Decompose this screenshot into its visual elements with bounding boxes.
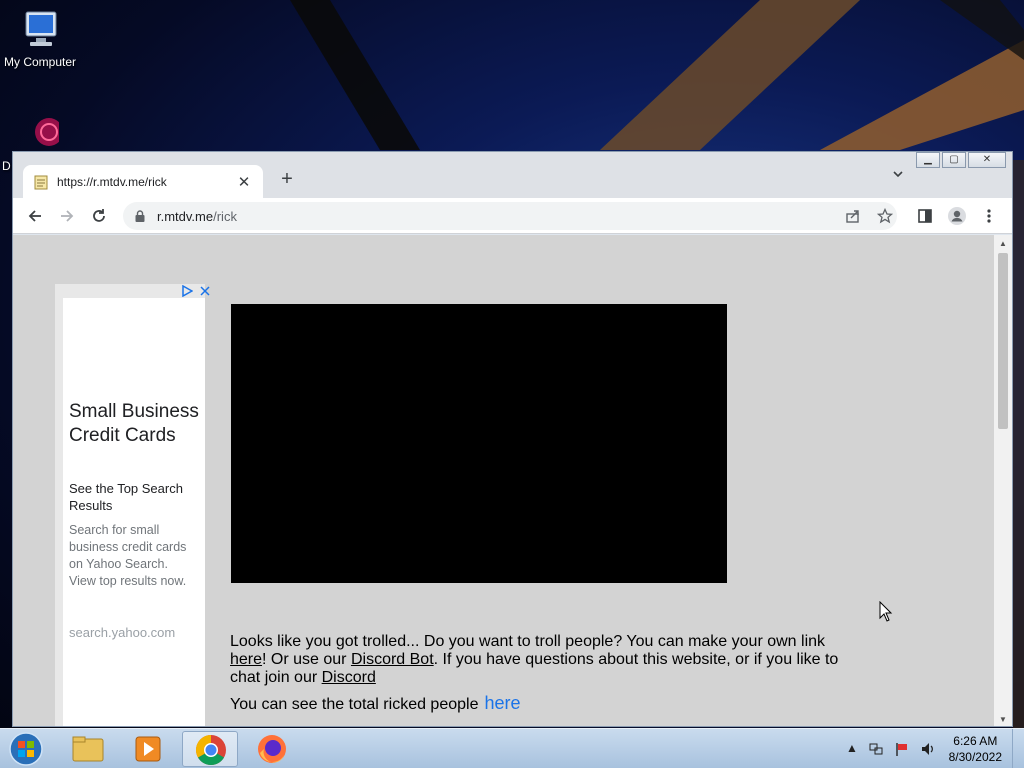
forward-arrow-icon[interactable] <box>55 204 79 228</box>
minimize-button[interactable]: ▁ <box>916 152 940 168</box>
discord-bot-link[interactable]: Discord Bot <box>351 651 434 668</box>
close-window-button[interactable]: ✕ <box>968 152 1006 168</box>
back-arrow-icon[interactable] <box>23 204 47 228</box>
taskbar: ▲ 6:26 AM 8/30/2022 <box>0 728 1024 768</box>
side-panel-icon[interactable] <box>913 204 937 228</box>
firefox-icon <box>258 735 286 763</box>
show-hidden-icons-icon[interactable]: ▲ <box>846 741 858 760</box>
show-desktop-button[interactable] <box>1012 729 1024 768</box>
ad-subhead[interactable]: See the Top Search Results <box>69 480 199 514</box>
taskbar-explorer[interactable] <box>60 731 116 767</box>
lock-icon[interactable] <box>133 209 147 223</box>
web-page: Small Business Credit Cards See the Top … <box>13 235 994 726</box>
ad-close-icon[interactable] <box>199 285 211 300</box>
scroll-down-arrow-icon[interactable]: ▼ <box>999 715 1007 724</box>
action-center-flag-icon[interactable] <box>894 741 910 760</box>
counter-text: You can see the total ricked people <box>230 696 479 713</box>
star-badge-icon <box>11 112 63 156</box>
clock-date: 8/30/2022 <box>948 750 1002 764</box>
system-tray: ▲ <box>846 741 936 760</box>
ad-choices[interactable] <box>181 284 211 300</box>
scroll-thumb[interactable] <box>998 253 1008 429</box>
desktop-icon-label: My Computer <box>3 55 77 69</box>
windows-logo-icon <box>9 732 43 766</box>
browser-toolbar: r.mtdv.me/rick <box>13 198 1012 234</box>
bookmark-star-icon[interactable] <box>873 204 897 228</box>
scroll-up-arrow-icon[interactable]: ▲ <box>999 239 1007 248</box>
reload-icon[interactable] <box>87 204 111 228</box>
ad-choices-icon[interactable] <box>181 284 194 300</box>
taskbar-media-player[interactable] <box>120 731 176 767</box>
counter-here-link[interactable]: here <box>484 693 520 713</box>
video-player[interactable] <box>231 304 727 583</box>
folder-icon <box>72 736 104 762</box>
share-icon[interactable] <box>841 204 865 228</box>
restore-button[interactable]: ▢ <box>942 152 966 168</box>
new-tab-button[interactable]: + <box>275 168 299 192</box>
tab-title: https://r.mtdv.me/rick <box>57 174 167 189</box>
tab-active[interactable]: https://r.mtdv.me/rick ✕ <box>23 165 263 198</box>
media-player-icon <box>135 736 161 762</box>
clock-time: 6:26 AM <box>953 734 998 748</box>
ad-display-url[interactable]: search.yahoo.com <box>69 625 175 640</box>
url-host: r.mtdv.me <box>157 208 214 224</box>
ad-banner[interactable]: Small Business Credit Cards See the Top … <box>55 284 210 726</box>
start-button[interactable] <box>6 732 46 766</box>
browser-window: https://r.mtdv.me/rick ✕ + ▁ ▢ ✕ r.mtdv.… <box>12 151 1013 727</box>
message-text: ! Or use our <box>262 651 351 668</box>
kebab-menu-icon[interactable] <box>977 204 1001 228</box>
taskbar-firefox[interactable] <box>244 731 300 767</box>
window-controls: ▁ ▢ ✕ <box>914 152 1006 168</box>
taskbar-chrome[interactable] <box>182 731 238 767</box>
chrome-icon <box>195 735 226 766</box>
tab-strip: https://r.mtdv.me/rick ✕ + ▁ ▢ ✕ <box>13 152 1012 198</box>
ad-headline[interactable]: Small Business Credit Cards <box>69 400 205 448</box>
notepad-favicon-icon <box>34 175 48 189</box>
mouse-cursor-icon <box>879 600 893 628</box>
desktop-icon-my-computer[interactable]: My Computer <box>0 8 80 69</box>
message-text: Looks like you got trolled... Do you wan… <box>230 633 826 650</box>
ad-body: Search for small business credit cards o… <box>69 523 187 588</box>
page-scrollbar[interactable]: ▲ ▼ <box>994 235 1012 726</box>
taskbar-clock[interactable]: 6:26 AM 8/30/2022 <box>949 733 1002 765</box>
ricked-counter: You can see the total ricked people here <box>230 693 521 714</box>
troll-message: Looks like you got trolled... Do you wan… <box>230 633 850 687</box>
tab-search-chevron-icon[interactable] <box>892 168 904 183</box>
volume-icon[interactable] <box>920 741 936 760</box>
make-link-here[interactable]: here <box>230 651 262 668</box>
address-bar[interactable]: r.mtdv.me/rick <box>123 202 897 230</box>
url-path: /rick <box>213 208 237 224</box>
profile-avatar-icon[interactable] <box>945 204 969 228</box>
tab-close-icon[interactable]: ✕ <box>235 173 253 191</box>
computer-icon <box>16 8 64 52</box>
network-icon[interactable] <box>868 741 884 760</box>
discord-link[interactable]: Discord <box>322 669 376 686</box>
